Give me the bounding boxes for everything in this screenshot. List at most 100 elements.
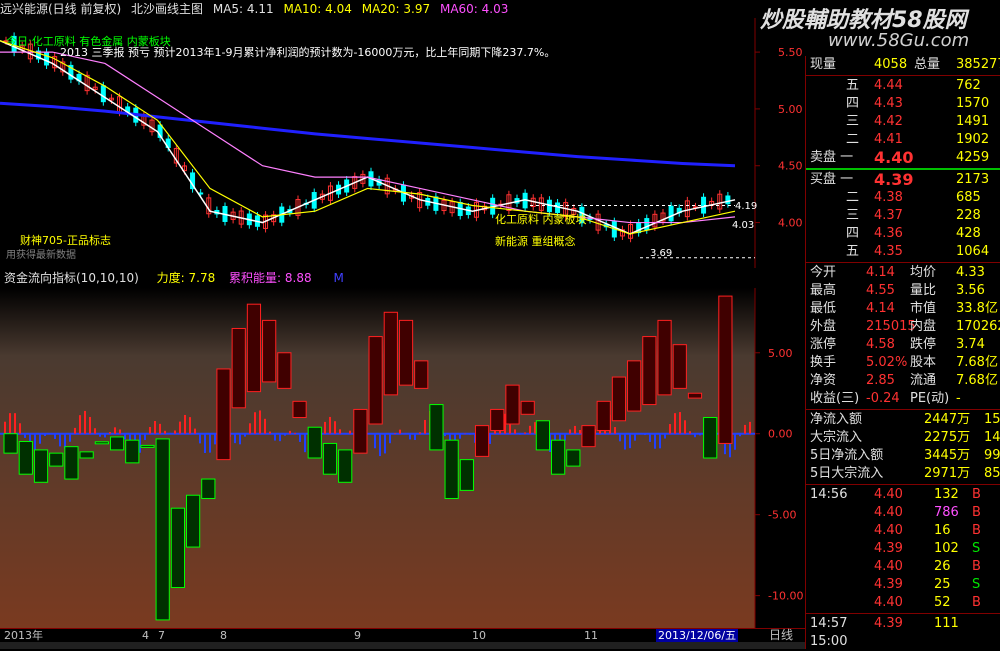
- cell: 今开: [810, 265, 837, 280]
- flow-bar: [292, 400, 307, 419]
- tick-row: 4.39 25 S: [806, 576, 1000, 594]
- stat-row: 换手 5.02% 股本 7.68亿: [806, 354, 1000, 372]
- flow-bar: [338, 449, 353, 483]
- cell: 3.74: [956, 337, 985, 352]
- flow-bar: [444, 439, 459, 499]
- cell: 149: [984, 430, 1000, 445]
- ma-line-ma60: [0, 101, 736, 168]
- flow-bar: [353, 408, 368, 454]
- cell: S: [972, 577, 981, 592]
- ma5-label: MA5: 4.11: [212, 2, 274, 16]
- cell: 7.68亿: [956, 373, 998, 388]
- flow-bar: [490, 408, 505, 431]
- cell: 最低: [810, 301, 837, 316]
- cell: 最高: [810, 283, 837, 298]
- cell: 买盘 一: [810, 172, 854, 187]
- cell: 大宗流入: [810, 430, 863, 445]
- flow-bar: [216, 368, 231, 461]
- indicator-name[interactable]: 资金流向指标(10,10,10): [4, 271, 139, 285]
- news-text: 2013 三季报 预亏 预计2013年1-9月累计净利润的预计数为-16000万…: [60, 45, 555, 59]
- flow-bar: [140, 444, 155, 448]
- cell: 4.37: [874, 208, 903, 223]
- ask-row: 三 4.42 1491: [806, 113, 1000, 131]
- flow-bar: [94, 441, 109, 445]
- period-button[interactable]: 日线: [757, 628, 805, 642]
- cell: 428: [956, 226, 981, 241]
- y-tick-label: 4.50: [778, 160, 803, 173]
- flow-bar: [125, 439, 140, 464]
- cell: 4.43: [874, 96, 903, 111]
- cell: 786: [934, 505, 959, 520]
- date-tick-label: 7: [158, 629, 165, 642]
- stat-row: 今开 4.14 均价 4.33: [806, 264, 1000, 282]
- fund-flow-chart[interactable]: 5.00 0.00 -5.00 -10.00: [0, 288, 805, 628]
- cell: 4.35: [874, 244, 903, 259]
- cell: -0.24: [866, 391, 900, 406]
- flow-bar: [262, 319, 277, 383]
- flow-bar: [505, 384, 520, 425]
- flow-bar: [383, 311, 398, 396]
- flow-bar: [657, 319, 672, 396]
- cell: 4.36: [874, 226, 903, 241]
- cell: 四: [846, 96, 860, 111]
- stock-title[interactable]: 远兴能源(日线 前复权): [0, 2, 121, 16]
- flow-bar: [535, 420, 551, 451]
- cell: 四: [846, 226, 860, 241]
- chart-name[interactable]: 北沙画线主图: [131, 2, 203, 16]
- flow-bar: [398, 319, 414, 386]
- y-tick-label: -10.00: [768, 590, 803, 603]
- cell: 4.39: [874, 170, 914, 189]
- low-price-label: 3.69: [650, 248, 672, 259]
- cell: 跌停: [910, 337, 937, 352]
- divider: [806, 262, 1000, 263]
- cell: 52: [934, 595, 951, 610]
- flow-bar: [170, 507, 186, 589]
- chart-title-bar: 远兴能源(日线 前复权) 北沙画线主图 MA5: 4.11 MA10: 4.04…: [0, 0, 805, 18]
- cell: 4.39: [874, 616, 903, 631]
- date-tick-label: 4: [142, 629, 149, 642]
- stat-row: 涨停 4.58 跌停 3.74: [806, 336, 1000, 354]
- ask-row: 卖盘 一 4.40 4259: [806, 149, 1000, 167]
- indicator-header: 资金流向指标(10,10,10) 力度: 7.78 累积能量: 8.88 M: [0, 268, 805, 288]
- cell: 4.55: [866, 283, 895, 298]
- cell: 均价: [910, 265, 937, 280]
- cell: 4.41: [874, 132, 903, 147]
- flow-bar: [277, 352, 292, 389]
- flow-bar: [642, 336, 657, 406]
- stat-row: 最高 4.55 量比 3.56: [806, 282, 1000, 300]
- cell: 2173: [956, 172, 990, 187]
- cell: -: [956, 391, 961, 406]
- cell: 二: [846, 132, 860, 147]
- cell: S: [972, 541, 981, 556]
- cell: 5日净流入额: [810, 448, 884, 463]
- bid-row: 三 4.37 228: [806, 207, 1000, 225]
- cell: 4.33: [956, 265, 985, 280]
- date-tick-label: 2013年: [4, 629, 43, 642]
- flow-bar: [611, 376, 627, 422]
- cell: 762: [956, 78, 981, 93]
- cell: 换手: [810, 355, 837, 370]
- cell: 25: [934, 577, 951, 592]
- tick-row: 4.40 786 B: [806, 504, 1000, 522]
- flow-bar: [596, 400, 611, 431]
- cell: 总量: [914, 57, 941, 72]
- cell: 4.38: [874, 190, 903, 205]
- cell: 4.39: [874, 541, 903, 556]
- divider: [806, 75, 1000, 76]
- cell: 卖盘 一: [810, 150, 854, 165]
- divider: [806, 484, 1000, 485]
- stat-row: 最低 4.14 市值 33.8亿: [806, 300, 1000, 318]
- cell: 5.02%: [866, 355, 908, 370]
- flow-row: 大宗流入 2275万 149: [806, 429, 1000, 447]
- candle-body: [725, 195, 731, 205]
- bid-row: 买盘 一 4.39 2173: [806, 171, 1000, 189]
- ask-row: 二 4.41 1902: [806, 131, 1000, 149]
- flow-row: 5日大宗流入 2971万 85: [806, 465, 1000, 483]
- cell: 2447万: [924, 412, 971, 427]
- flow-bar: [687, 392, 703, 399]
- ask-row: 四 4.43 1570: [806, 95, 1000, 113]
- cell: 三: [846, 114, 860, 129]
- flow-bar: [672, 344, 687, 389]
- cell: 二: [846, 190, 860, 205]
- price-chart[interactable]: 5.505.004.504.00 今日:化工原料 有色金属 内蒙板块 2013 …: [0, 18, 805, 268]
